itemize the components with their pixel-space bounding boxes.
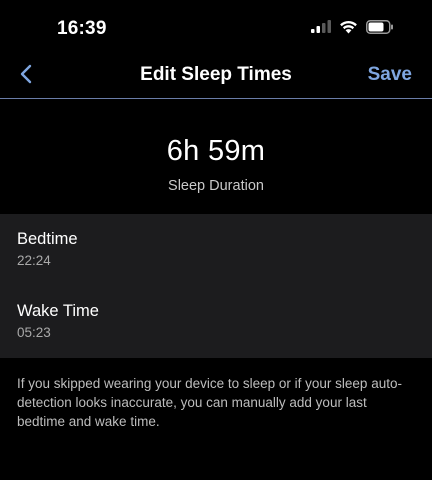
cellular-signal-icon [311,20,331,38]
sleep-duration-label: Sleep Duration [168,178,264,194]
status-bar: 16:39 [0,0,432,58]
wake-time-label: Wake Time [17,302,99,320]
nav-bar: Edit Sleep Times Save [0,56,432,99]
bedtime-row[interactable]: Bedtime 22:24 [0,214,432,286]
help-text: If you skipped wearing your device to sl… [17,376,402,429]
bedtime-label: Bedtime [17,230,78,248]
sleep-duration-value: 6h 59m [166,135,266,167]
wake-time-row[interactable]: Wake Time 05:23 [0,286,432,358]
status-time: 16:39 [57,18,107,39]
battery-icon [366,19,394,39]
sleep-times-list: Bedtime 22:24 Wake Time 05:23 [0,214,432,358]
wifi-icon [339,20,358,39]
wake-time-value: 05:23 [17,325,51,340]
save-button[interactable]: Save [368,64,412,86]
status-icons [311,19,394,39]
bedtime-value: 22:24 [17,253,51,268]
